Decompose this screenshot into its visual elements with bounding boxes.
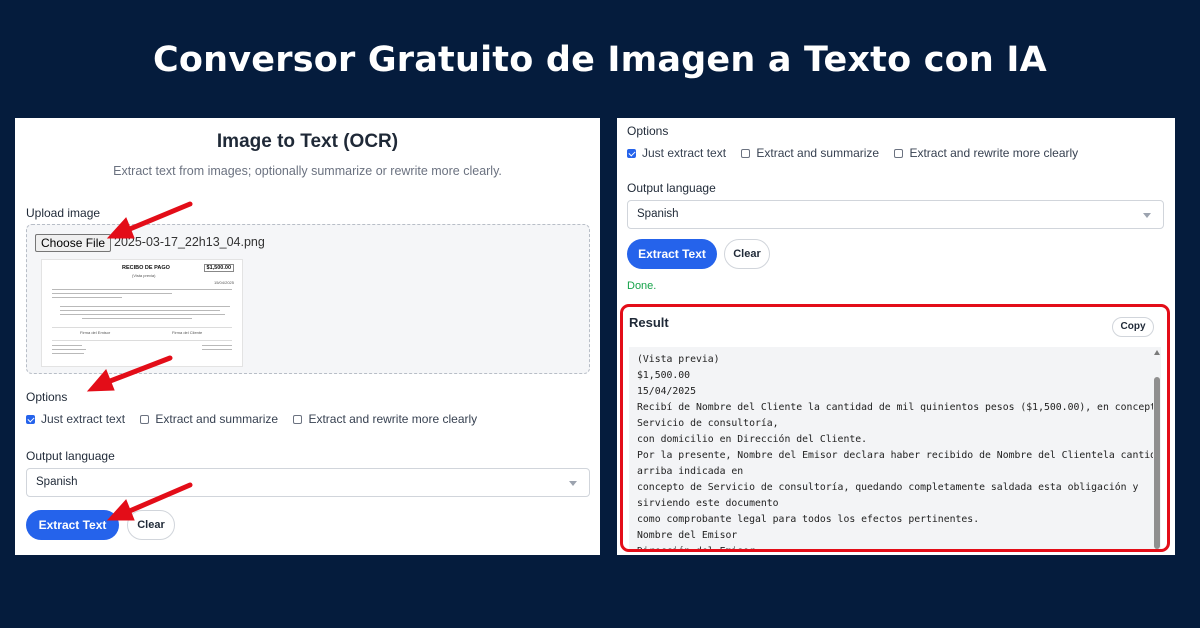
arrow-to-extract-button (122, 482, 193, 516)
arrowhead-icon (106, 499, 135, 521)
arrow-to-choose-file (122, 201, 193, 234)
arrowhead-icon (86, 369, 115, 392)
annotation-arrows (86, 201, 193, 521)
arrowhead-icon (106, 217, 135, 239)
arrow-to-options (102, 355, 173, 386)
